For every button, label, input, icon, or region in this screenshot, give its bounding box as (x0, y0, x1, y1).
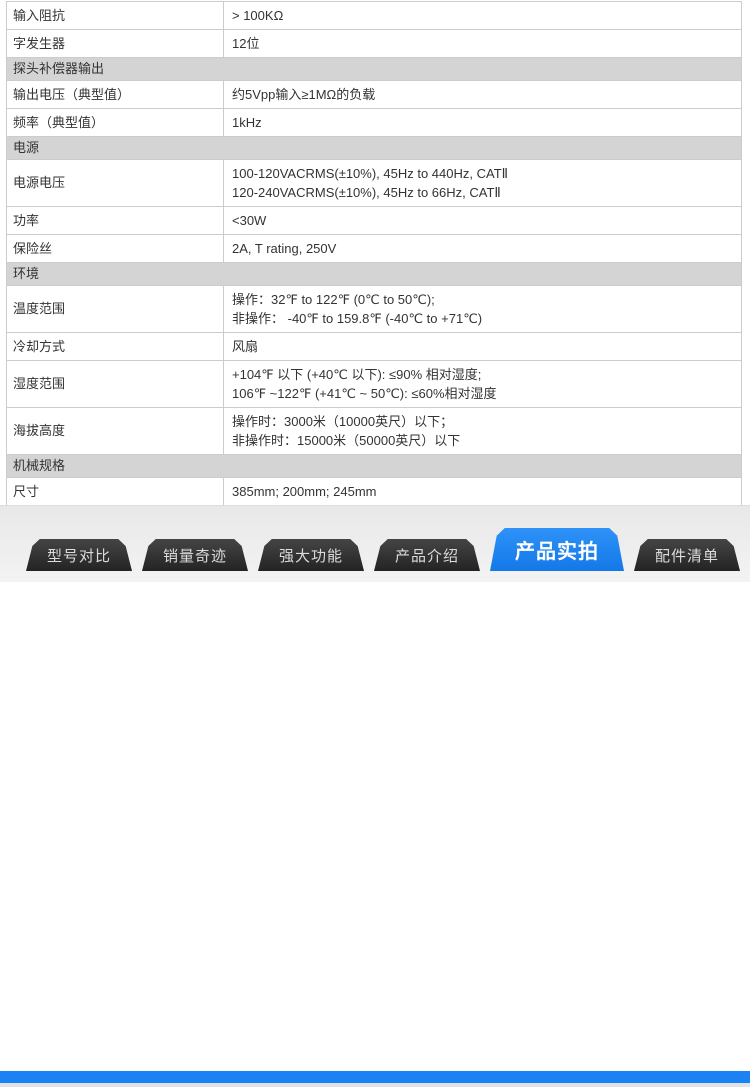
spec-value: 385mm; 200mm; 245mm (224, 478, 741, 505)
table-row: 功率 <30W (7, 207, 741, 235)
spec-label: 电源电压 (7, 160, 224, 206)
nav-strip-underline (0, 1083, 750, 1087)
table-row: 频率（典型值） 1kHz (7, 109, 741, 137)
spec-value: 12位 (224, 30, 741, 57)
spec-value: 1kHz (224, 109, 741, 136)
table-row: 电源电压 100-120VACRMS(±10%), 45Hz to 440Hz,… (7, 160, 741, 207)
table-row: 尺寸 385mm; 200mm; 245mm (7, 478, 741, 506)
nav-accent-strip (0, 1071, 750, 1083)
spec-label: 尺寸 (7, 478, 224, 505)
tab-powerful-features[interactable]: 强大功能 (258, 539, 364, 571)
table-row: 输出电压（典型值） 约5Vpp输入≥1MΩ的负载 (7, 81, 741, 109)
section-header: 环境 (7, 263, 741, 286)
tab-accessory-list[interactable]: 配件清单 (634, 539, 740, 571)
spec-value: 100-120VACRMS(±10%), 45Hz to 440Hz, CATⅡ… (224, 160, 741, 206)
spec-label: 温度范围 (7, 286, 224, 332)
spec-value: <30W (224, 207, 741, 234)
table-row: 海拔高度 操作时：3000米（10000英尺）以下； 非操作时：15000米（5… (7, 408, 741, 455)
table-row: 保险丝 2A, T rating, 250V (7, 235, 741, 263)
spec-label: 保险丝 (7, 235, 224, 262)
spec-value: 约5Vpp输入≥1MΩ的负载 (224, 81, 741, 108)
tab-product-intro[interactable]: 产品介绍 (374, 539, 480, 571)
section-header: 电源 (7, 137, 741, 160)
section-header: 机械规格 (7, 455, 741, 478)
tab-model-compare[interactable]: 型号对比 (26, 539, 132, 571)
table-row: 输入阻抗 > 100KΩ (7, 2, 741, 30)
spec-value: 2A, T rating, 250V (224, 235, 741, 262)
spec-value: +104℉ 以下 (+40℃ 以下): ≤90% 相对湿度; 106℉ ~122… (224, 361, 741, 407)
spec-value: 风扇 (224, 333, 741, 360)
spec-table: 输入阻抗 > 100KΩ 字发生器 12位 探头补偿器输出 输出电压（典型值） … (6, 1, 742, 534)
table-row: 湿度范围 +104℉ 以下 (+40℃ 以下): ≤90% 相对湿度; 106℉… (7, 361, 741, 408)
table-row: 冷却方式 风扇 (7, 333, 741, 361)
spec-label: 功率 (7, 207, 224, 234)
spec-label: 海拔高度 (7, 408, 224, 454)
spec-value: 操作：32℉ to 122℉ (0℃ to 50℃); 非操作： -40℉ to… (224, 286, 741, 332)
spec-value: 操作时：3000米（10000英尺）以下； 非操作时：15000米（50000英… (224, 408, 741, 454)
spec-label: 频率（典型值） (7, 109, 224, 136)
table-row: 字发生器 12位 (7, 30, 741, 58)
spec-value: > 100KΩ (224, 2, 741, 29)
tab-sales-miracle[interactable]: 销量奇迹 (142, 539, 248, 571)
tabs-row: 型号对比 销量奇迹 强大功能 产品介绍 产品实拍 配件清单 (26, 506, 750, 571)
spec-label: 输出电压（典型值） (7, 81, 224, 108)
spec-label: 输入阻抗 (7, 2, 224, 29)
bottom-tab-bar: 型号对比 销量奇迹 强大功能 产品介绍 产品实拍 配件清单 (0, 505, 750, 582)
section-header: 探头补偿器输出 (7, 58, 741, 81)
tab-product-photos[interactable]: 产品实拍 (490, 528, 624, 571)
spec-label: 湿度范围 (7, 361, 224, 407)
spec-label: 字发生器 (7, 30, 224, 57)
spec-label: 冷却方式 (7, 333, 224, 360)
table-row: 温度范围 操作：32℉ to 122℉ (0℃ to 50℃); 非操作： -4… (7, 286, 741, 333)
